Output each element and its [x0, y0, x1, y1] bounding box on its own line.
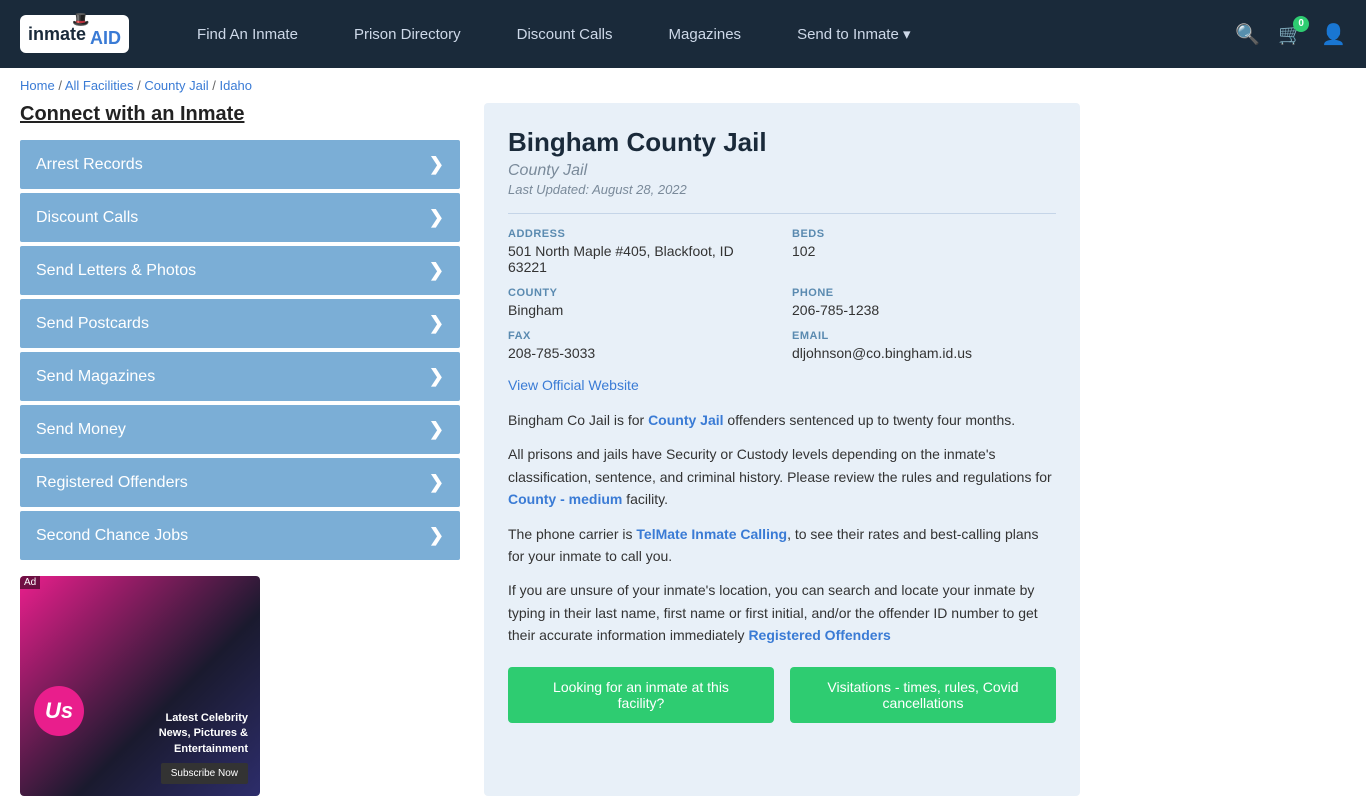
ad-label: Ad: [20, 576, 40, 589]
desc-para-1: Bingham Co Jail is for County Jail offen…: [508, 409, 1056, 431]
ad-subscribe-button[interactable]: Subscribe Now: [161, 763, 248, 784]
logo[interactable]: inmate 🎩 AID: [20, 15, 129, 53]
phone-label: PHONE: [792, 287, 1056, 299]
main-nav: inmate 🎩 AID Find An Inmate Prison Direc…: [0, 0, 1366, 68]
fax-section: FAX 208-785-3033: [508, 330, 772, 361]
beds-label: BEDS: [792, 228, 1056, 240]
breadcrumb-all-facilities[interactable]: All Facilities: [65, 78, 134, 93]
sidebar-title: Connect with an Inmate: [20, 103, 460, 126]
nav-discount-calls[interactable]: Discount Calls: [489, 0, 641, 68]
nav-send-to-inmate[interactable]: Send to Inmate ▾: [769, 0, 938, 68]
breadcrumb-state[interactable]: Idaho: [219, 78, 252, 93]
sidebar-item-send-magazines[interactable]: Send Magazines ❯: [20, 352, 460, 401]
ad-banner: Ad Us Latest Celebrity News, Pictures & …: [20, 576, 260, 796]
nav-magazines[interactable]: Magazines: [641, 0, 770, 68]
sidebar-item-label: Registered Offenders: [36, 474, 188, 492]
sidebar-item-second-chance-jobs[interactable]: Second Chance Jobs ❯: [20, 511, 460, 560]
telmate-link[interactable]: TelMate Inmate Calling: [636, 526, 787, 542]
county-label: COUNTY: [508, 287, 772, 299]
desc1-rest: offenders sentenced up to twenty four mo…: [724, 412, 1016, 428]
sidebar-item-label: Send Letters & Photos: [36, 262, 196, 280]
cart-button[interactable]: 🛒 0: [1278, 22, 1303, 47]
search-icon[interactable]: 🔍: [1235, 22, 1260, 47]
visitations-button[interactable]: Visitations - times, rules, Covid cancel…: [790, 667, 1056, 723]
us-magazine-logo: Us: [34, 686, 84, 736]
county-section: COUNTY Bingham: [508, 287, 772, 318]
desc-para-4: If you are unsure of your inmate's locat…: [508, 579, 1056, 646]
fax-label: FAX: [508, 330, 772, 342]
desc-para-2: All prisons and jails have Security or C…: [508, 443, 1056, 510]
sidebar-item-send-postcards[interactable]: Send Postcards ❯: [20, 299, 460, 348]
sidebar-item-label: Second Chance Jobs: [36, 527, 188, 545]
sidebar-item-arrest-records[interactable]: Arrest Records ❯: [20, 140, 460, 189]
ad-text: Latest Celebrity News, Pictures & Entert…: [159, 711, 248, 757]
phone-section: PHONE 206-785-1238: [792, 287, 1056, 318]
facility-description: Bingham Co Jail is for County Jail offen…: [508, 409, 1056, 647]
sidebar-item-label: Arrest Records: [36, 156, 143, 174]
nav-links: Find An Inmate Prison Directory Discount…: [169, 0, 1235, 68]
nav-right: 🔍 🛒 0 👤: [1235, 22, 1346, 47]
logo-hat-icon: 🎩: [72, 11, 121, 28]
county-value: Bingham: [508, 302, 772, 318]
email-section: EMAIL dljohnson@co.bingham.id.us: [792, 330, 1056, 361]
main-layout: Connect with an Inmate Arrest Records ❯ …: [0, 103, 1100, 796]
logo-aid: AID: [90, 28, 121, 48]
email-label: EMAIL: [792, 330, 1056, 342]
desc-para-3: The phone carrier is TelMate Inmate Call…: [508, 523, 1056, 568]
sidebar-item-send-money[interactable]: Send Money ❯: [20, 405, 460, 454]
county-jail-link[interactable]: County Jail: [648, 412, 723, 428]
sidebar-item-send-letters[interactable]: Send Letters & Photos ❯: [20, 246, 460, 295]
facility-info-grid: ADDRESS 501 North Maple #405, Blackfoot,…: [508, 213, 1056, 361]
beds-value: 102: [792, 243, 1056, 259]
sidebar-item-registered-offenders[interactable]: Registered Offenders ❯: [20, 458, 460, 507]
looking-for-inmate-button[interactable]: Looking for an inmate at this facility?: [508, 667, 774, 723]
arrow-icon: ❯: [429, 525, 444, 546]
arrow-icon: ❯: [429, 366, 444, 387]
view-website-link[interactable]: View Official Website: [508, 377, 639, 393]
desc2-rest: facility.: [622, 491, 668, 507]
user-icon[interactable]: 👤: [1321, 22, 1346, 47]
desc2-text: All prisons and jails have Security or C…: [508, 446, 1052, 484]
facility-name: Bingham County Jail: [508, 127, 1056, 158]
breadcrumb-home[interactable]: Home: [20, 78, 55, 93]
action-buttons: Looking for an inmate at this facility? …: [508, 667, 1056, 723]
arrow-icon: ❯: [429, 154, 444, 175]
arrow-icon: ❯: [429, 313, 444, 334]
breadcrumb-county-jail[interactable]: County Jail: [144, 78, 208, 93]
nav-prison-directory[interactable]: Prison Directory: [326, 0, 489, 68]
facility-type: County Jail: [508, 162, 1056, 180]
desc1-text: Bingham Co Jail is for: [508, 412, 648, 428]
arrow-icon: ❯: [429, 260, 444, 281]
facility-updated: Last Updated: August 28, 2022: [508, 182, 1056, 197]
cart-badge: 0: [1293, 16, 1309, 32]
beds-section: BEDS 102: [792, 228, 1056, 275]
address-value: 501 North Maple #405, Blackfoot, ID 6322…: [508, 243, 772, 275]
sidebar-item-label: Send Magazines: [36, 368, 155, 386]
arrow-icon: ❯: [429, 472, 444, 493]
county-medium-link[interactable]: County - medium: [508, 491, 622, 507]
email-value: dljohnson@co.bingham.id.us: [792, 345, 1056, 361]
sidebar-item-label: Send Postcards: [36, 315, 149, 333]
breadcrumb: Home / All Facilities / County Jail / Id…: [0, 68, 1366, 103]
arrow-icon: ❯: [429, 207, 444, 228]
sidebar-item-label: Send Money: [36, 421, 126, 439]
fax-value: 208-785-3033: [508, 345, 772, 361]
desc3-text: The phone carrier is: [508, 526, 636, 542]
registered-offenders-link[interactable]: Registered Offenders: [748, 627, 890, 643]
nav-find-inmate[interactable]: Find An Inmate: [169, 0, 326, 68]
sidebar-item-label: Discount Calls: [36, 209, 138, 227]
facility-content: Bingham County Jail County Jail Last Upd…: [484, 103, 1080, 796]
sidebar-item-discount-calls[interactable]: Discount Calls ❯: [20, 193, 460, 242]
sidebar: Connect with an Inmate Arrest Records ❯ …: [20, 103, 460, 796]
phone-value: 206-785-1238: [792, 302, 1056, 318]
address-label: ADDRESS: [508, 228, 772, 240]
address-section: ADDRESS 501 North Maple #405, Blackfoot,…: [508, 228, 772, 275]
arrow-icon: ❯: [429, 419, 444, 440]
